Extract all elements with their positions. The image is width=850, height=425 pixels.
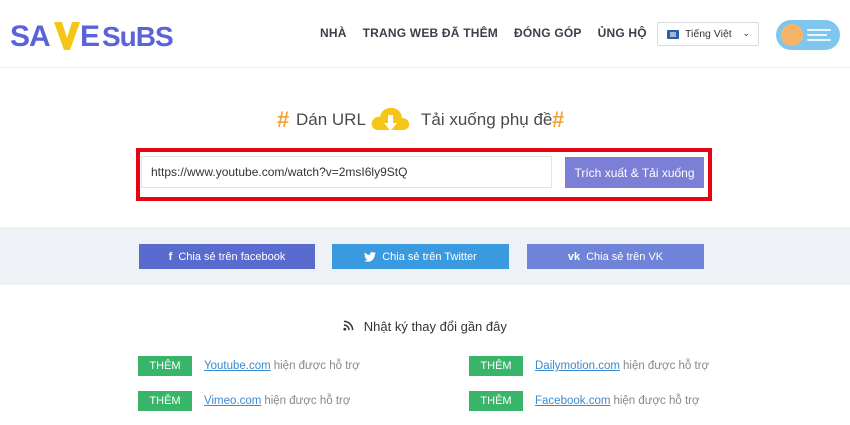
- share-twitter-button[interactable]: Chia sẻ trên Twitter: [332, 244, 509, 269]
- toggle-knob: [781, 24, 803, 46]
- add-badge: THÊM: [138, 356, 192, 376]
- url-input[interactable]: [141, 156, 552, 188]
- site-link[interactable]: Youtube.com: [204, 360, 271, 372]
- extract-download-button[interactable]: Trích xuất & Tải xuống: [565, 157, 704, 188]
- site-link[interactable]: Facebook.com: [535, 395, 610, 407]
- share-twitter-label: Chia sẻ trên Twitter: [382, 250, 477, 263]
- share-facebook-button[interactable]: f Chia sẻ trên facebook: [139, 244, 315, 269]
- toggle-line: [807, 34, 827, 36]
- site-link[interactable]: Vimeo.com: [204, 395, 261, 407]
- nav-donate[interactable]: ỦNG HỘ: [598, 26, 647, 40]
- share-vk-label: Chia sẻ trên VK: [586, 250, 664, 263]
- changelog-item: THÊM Dailymotion.com hiện được hỗ trợ: [469, 356, 709, 376]
- theme-toggle[interactable]: [776, 20, 840, 50]
- language-flag-icon: [667, 29, 679, 39]
- facebook-icon: f: [168, 250, 173, 263]
- toggle-line: [807, 39, 831, 41]
- changelog-heading: Nhật ký thay đổi gần đây: [0, 319, 850, 334]
- changelog-item: THÊM Facebook.com hiện được hỗ trợ: [469, 391, 700, 411]
- hash-right: #: [552, 107, 565, 132]
- item-status: hiện được hỗ trợ: [273, 360, 360, 372]
- nav-home[interactable]: NHÀ: [320, 26, 347, 40]
- add-badge: THÊM: [469, 356, 523, 376]
- cloud-download-icon: [371, 107, 410, 131]
- nav-supported-sites[interactable]: TRANG WEB ĐÃ THÊM: [363, 26, 498, 40]
- item-status: hiện được hỗ trợ: [623, 360, 710, 372]
- item-status: hiện được hỗ trợ: [613, 395, 700, 407]
- share-facebook-label: Chia sẻ trên facebook: [178, 250, 286, 263]
- paste-url-label: Dán URL: [296, 110, 366, 129]
- item-status: hiện được hỗ trợ: [264, 395, 351, 407]
- svg-text:E: E: [80, 20, 99, 53]
- savesubs-logo[interactable]: SA E SuBS: [10, 14, 180, 54]
- hash-left: #: [277, 107, 290, 132]
- hero-title: # Dán URL Tải xuống phụ đề #: [0, 104, 850, 134]
- main-nav: NHÀ TRANG WEB ĐÃ THÊM ĐÓNG GÓP ỦNG HỘ: [320, 26, 647, 40]
- nav-contribute[interactable]: ĐÓNG GÓP: [514, 26, 582, 40]
- svg-text:SuBS: SuBS: [102, 21, 173, 52]
- language-label: Tiếng Việt: [685, 28, 732, 40]
- site-link[interactable]: Dailymotion.com: [535, 360, 620, 372]
- add-badge: THÊM: [138, 391, 192, 411]
- download-subtitles-label: Tải xuống phụ đề: [421, 110, 553, 129]
- rss-icon: [343, 320, 354, 331]
- vk-icon: vk: [567, 250, 581, 263]
- changelog-item: THÊM Vimeo.com hiện được hỗ trợ: [138, 391, 350, 411]
- add-badge: THÊM: [469, 391, 523, 411]
- share-vk-button[interactable]: vk Chia sẻ trên VK: [527, 244, 704, 269]
- changelog-item: THÊM Youtube.com hiện được hỗ trợ: [138, 356, 360, 376]
- changelog-title: Nhật ký thay đổi gần đây: [363, 319, 507, 334]
- toggle-line: [807, 29, 831, 31]
- svg-text:SA: SA: [10, 20, 50, 53]
- language-select[interactable]: Tiếng Việt ⌄: [657, 22, 759, 46]
- site-header: SA E SuBS NHÀ TRANG WEB ĐÃ THÊM ĐÓNG GÓP…: [0, 0, 850, 68]
- twitter-icon: [364, 251, 377, 262]
- chevron-down-icon: ⌄: [742, 28, 750, 38]
